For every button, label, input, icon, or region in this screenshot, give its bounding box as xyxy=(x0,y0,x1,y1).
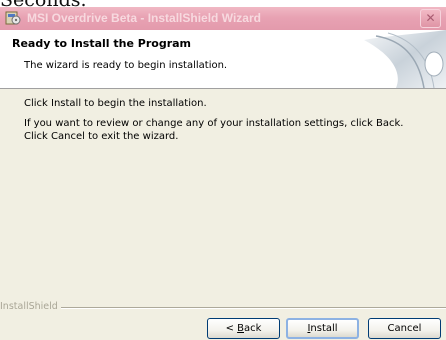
instruction-text: Click Install to begin the installation. xyxy=(24,98,207,109)
installshield-brand: InstallShield xyxy=(0,301,61,312)
page-title: Ready to Install the Program xyxy=(12,37,192,50)
footer-divider xyxy=(0,307,446,309)
page-subtitle: The wizard is ready to begin installatio… xyxy=(24,60,228,71)
close-button[interactable]: ✕ xyxy=(420,9,441,28)
install-label-rest: nstall xyxy=(310,323,338,334)
cd-disc-graphic xyxy=(364,30,446,88)
header-panel: Ready to Install the Program The wizard … xyxy=(0,30,446,89)
window-title: MSI Overdrive Beta - InstallShield Wizar… xyxy=(27,11,261,25)
install-button[interactable]: Install xyxy=(286,318,359,339)
review-settings-text: If you want to review or change any of y… xyxy=(24,118,404,142)
installshield-wizard-window: MSI Overdrive Beta - InstallShield Wizar… xyxy=(0,7,446,340)
installer-icon xyxy=(5,10,21,26)
back-prefix: < xyxy=(225,323,238,334)
back-button[interactable]: < Back xyxy=(207,318,280,339)
cancel-button[interactable]: Cancel xyxy=(368,318,441,339)
title-bar[interactable]: MSI Overdrive Beta - InstallShield Wizar… xyxy=(0,7,446,30)
back-label-rest: ack xyxy=(244,323,262,334)
back-mnemonic: B xyxy=(237,323,244,334)
close-icon: ✕ xyxy=(425,11,436,25)
